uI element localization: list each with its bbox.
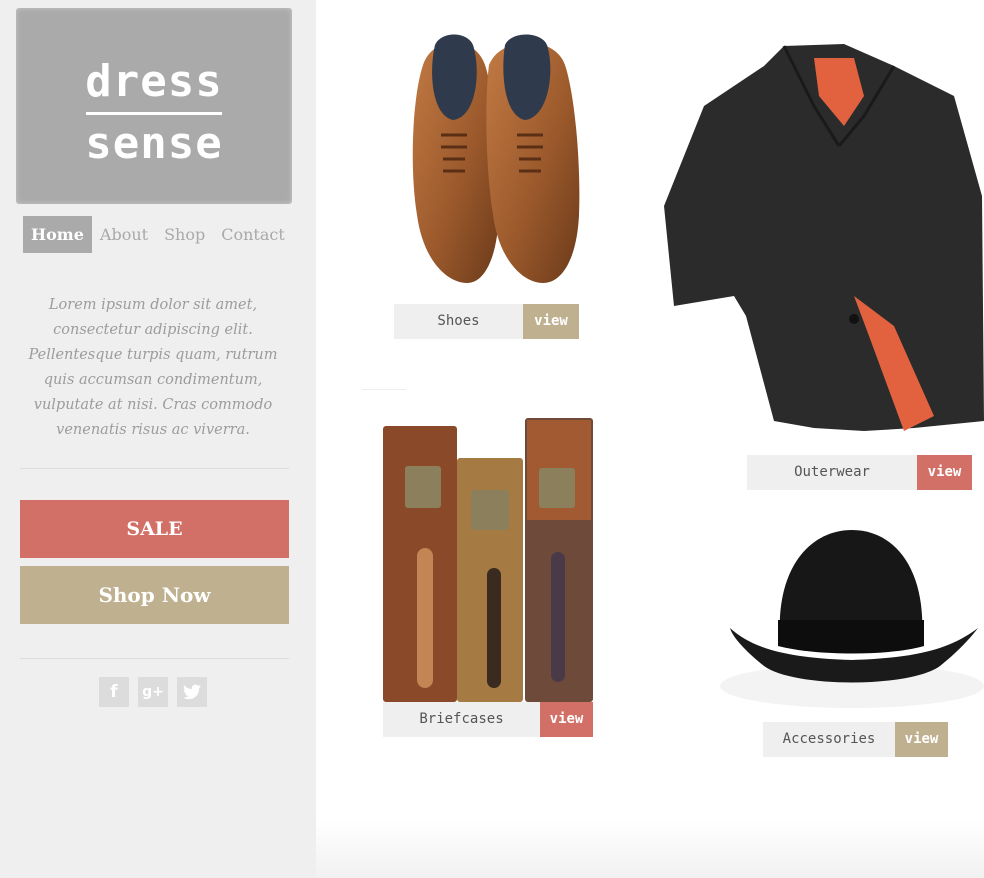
view-button-briefcases[interactable]: view	[540, 702, 593, 737]
product-label-accessories[interactable]: Accessories	[763, 722, 895, 757]
bottom-fade	[316, 820, 984, 878]
main-nav: Home About Shop Contact	[23, 216, 293, 253]
product-tag-accessories: Accessories view	[763, 722, 948, 757]
facebook-icon[interactable]: f	[99, 677, 129, 707]
twitter-icon[interactable]	[177, 677, 207, 707]
divider	[20, 658, 289, 659]
nav-item-shop[interactable]: Shop	[156, 216, 213, 253]
view-button-outerwear[interactable]: view	[917, 455, 972, 490]
logo-text-line2: sense	[85, 118, 223, 169]
sidebar: dress sense Home About Shop Contact Lore…	[0, 0, 316, 878]
divider	[362, 389, 406, 390]
shop-now-button[interactable]: Shop Now	[20, 566, 289, 624]
logo-text-line1: dress	[85, 56, 223, 107]
nav-item-home[interactable]: Home	[23, 216, 92, 253]
view-button-accessories[interactable]: view	[895, 722, 948, 757]
bowler-hat-image[interactable]	[720, 528, 984, 708]
product-label-briefcases[interactable]: Briefcases	[383, 702, 540, 737]
product-tag-shoes: Shoes view	[394, 304, 579, 339]
sale-button[interactable]: SALE	[20, 500, 289, 558]
nav-item-contact[interactable]: Contact	[213, 216, 293, 253]
intro-text: Lorem ipsum dolor sit amet, consectetur …	[28, 297, 278, 438]
shoes-image[interactable]	[405, 25, 583, 287]
product-label-outerwear[interactable]: Outerwear	[747, 455, 917, 490]
social-links: f g+	[99, 677, 207, 707]
logo-rule	[86, 112, 222, 115]
briefcases-image[interactable]	[383, 418, 595, 704]
view-button-shoes[interactable]: view	[523, 304, 579, 339]
product-tag-briefcases: Briefcases view	[383, 702, 593, 737]
product-label-shoes[interactable]: Shoes	[394, 304, 523, 339]
logo[interactable]: dress sense	[16, 8, 292, 204]
product-tag-outerwear: Outerwear view	[747, 455, 972, 490]
coat-image[interactable]	[664, 36, 984, 436]
divider	[20, 468, 289, 469]
google-plus-icon[interactable]: g+	[138, 677, 168, 707]
nav-item-about[interactable]: About	[92, 216, 156, 253]
